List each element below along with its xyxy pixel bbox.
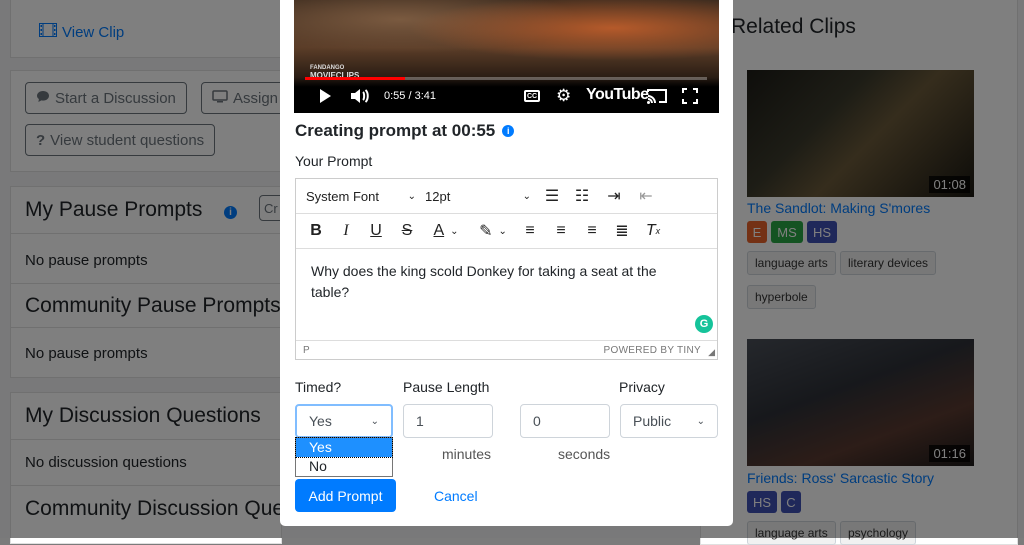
- status-path: P: [303, 345, 310, 356]
- numbered-list-icon[interactable]: ☷: [570, 179, 594, 213]
- editor-toolbar-row-1: System Font ⌄ 12pt ⌄ ☰ ☷ ⇥ ⇤: [296, 179, 717, 214]
- timed-option-no[interactable]: No: [296, 457, 392, 476]
- seconds-input[interactable]: 0: [520, 404, 610, 438]
- play-icon[interactable]: [320, 89, 331, 103]
- cast-icon[interactable]: [647, 88, 667, 109]
- modal-heading: Creating prompt at 00:55 i: [295, 121, 515, 141]
- font-family-select[interactable]: System Font ⌄: [306, 179, 416, 213]
- chevron-down-icon: ⌄: [696, 415, 705, 427]
- timed-select[interactable]: Yes ⌄: [295, 404, 393, 438]
- timed-option-yes[interactable]: Yes: [295, 437, 393, 458]
- resize-handle-icon[interactable]: ◢: [708, 347, 715, 358]
- strikethrough-icon[interactable]: S: [395, 214, 419, 248]
- text-color-icon[interactable]: A ⌄: [426, 214, 466, 248]
- font-size-value: 12pt: [425, 188, 451, 204]
- font-size-select[interactable]: 12pt ⌄: [425, 179, 531, 213]
- timed-value: Yes: [309, 413, 332, 429]
- your-prompt-label: Your Prompt: [295, 153, 373, 169]
- chevron-down-icon: ⌄: [407, 190, 416, 202]
- info-icon: i: [502, 125, 515, 137]
- timed-label: Timed?: [295, 379, 342, 395]
- outdent-icon[interactable]: ⇤: [634, 179, 658, 213]
- rich-text-editor: System Font ⌄ 12pt ⌄ ☰ ☷ ⇥ ⇤ B I U S A ⌄ …: [295, 178, 718, 360]
- progress-track[interactable]: [305, 77, 707, 80]
- add-prompt-button[interactable]: Add Prompt: [295, 479, 396, 512]
- captions-icon[interactable]: CC: [524, 90, 540, 102]
- chevron-down-icon: ⌄: [370, 415, 379, 427]
- youtube-logo[interactable]: YouTube: [586, 86, 649, 104]
- pause-length-label: Pause Length: [403, 379, 490, 395]
- clear-formatting-icon[interactable]: Tx: [641, 214, 665, 248]
- align-left-icon[interactable]: ≡: [518, 214, 542, 248]
- modal-heading-text: Creating prompt at 00:55: [295, 121, 496, 140]
- privacy-label: Privacy: [619, 379, 665, 395]
- font-family-value: System Font: [306, 188, 379, 204]
- editor-statusbar: P POWERED BY TINY ◢: [296, 340, 717, 360]
- volume-icon[interactable]: [350, 88, 370, 109]
- settings-icon[interactable]: ⚙: [556, 87, 571, 104]
- seconds-label: seconds: [558, 446, 611, 462]
- privacy-select[interactable]: Public ⌄: [620, 404, 718, 438]
- cancel-button[interactable]: Cancel: [434, 488, 478, 504]
- indent-icon[interactable]: ⇥: [602, 179, 626, 213]
- highlight-color-icon[interactable]: ✎ ⌄: [473, 214, 513, 248]
- italic-icon[interactable]: I: [334, 214, 358, 248]
- minutes-input[interactable]: 1: [403, 404, 493, 438]
- underline-icon[interactable]: U: [364, 214, 388, 248]
- progress-fill: [305, 77, 406, 80]
- bullet-list-icon[interactable]: ☰: [540, 179, 564, 213]
- time-display: 0:55 / 3:41: [384, 90, 436, 102]
- powered-by-tiny[interactable]: POWERED BY TINY: [604, 345, 701, 356]
- bold-icon[interactable]: B: [304, 214, 328, 248]
- editor-content[interactable]: Why does the king scold Donkey for takin…: [311, 261, 691, 303]
- video-player[interactable]: FANDANGO MOVIECLIPS 0:55 / 3:41 CC ⚙ You…: [294, 0, 719, 113]
- justify-icon[interactable]: ≣: [610, 214, 634, 248]
- create-prompt-modal: FANDANGO MOVIECLIPS 0:55 / 3:41 CC ⚙ You…: [280, 0, 733, 526]
- grammarly-icon[interactable]: G: [695, 315, 713, 333]
- fullscreen-icon[interactable]: [682, 88, 698, 109]
- timed-dropdown-list: Yes No: [295, 437, 393, 477]
- editor-toolbar-row-2: B I U S A ⌄ ✎ ⌄ ≡ ≡ ≡ ≣ Tx: [296, 214, 717, 249]
- minutes-label: minutes: [442, 446, 492, 462]
- privacy-value: Public: [633, 413, 672, 429]
- chevron-down-icon: ⌄: [522, 190, 531, 202]
- align-center-icon[interactable]: ≡: [549, 214, 573, 248]
- align-right-icon[interactable]: ≡: [580, 214, 604, 248]
